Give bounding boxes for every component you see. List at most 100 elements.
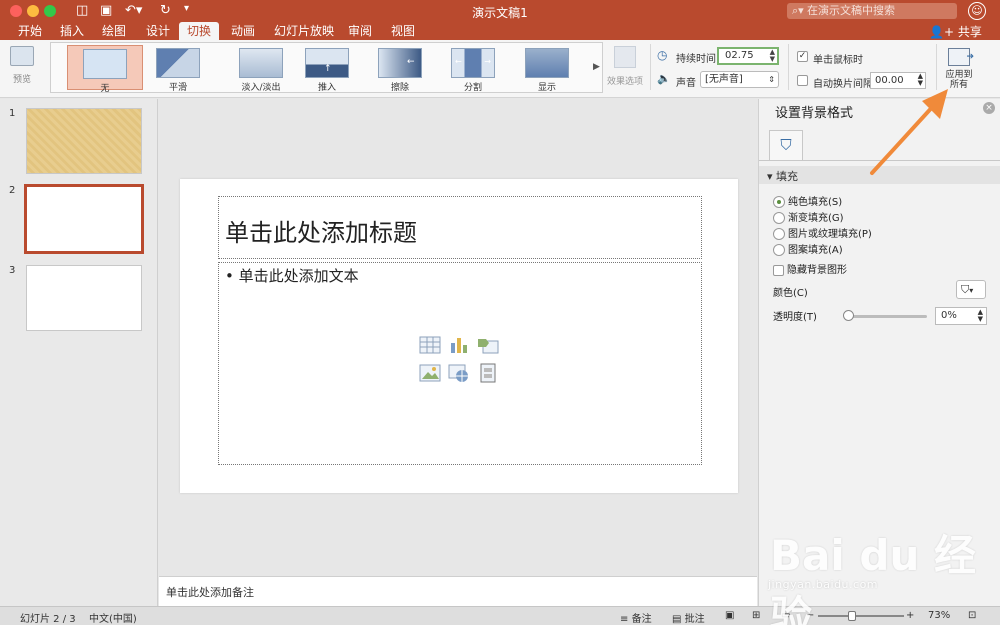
sound-label: 声音 (676, 78, 696, 89)
radio-button[interactable] (773, 228, 785, 240)
transition-wipe-icon: ← (378, 48, 422, 78)
duration-input[interactable]: 02.75 ▲ ▼ (717, 47, 779, 65)
insert-video-icon[interactable] (477, 363, 499, 383)
on-click-label: 单击鼠标时 (813, 55, 863, 66)
radio-button[interactable] (773, 212, 785, 224)
duration-label: 持续时间: (676, 54, 720, 65)
duration-stepper[interactable]: ▲ ▼ (770, 49, 775, 63)
after-checkbox[interactable] (797, 75, 808, 86)
insert-table-icon[interactable] (419, 335, 441, 355)
transition-wipe[interactable]: ← 擦除 (362, 45, 438, 93)
preview-button[interactable]: 预览 (6, 46, 38, 85)
solid-fill-option[interactable]: 纯色填充(S) (773, 193, 842, 208)
tab-view[interactable]: 视图 (383, 22, 423, 40)
gradient-fill-option[interactable]: 渐变填充(G) (773, 209, 844, 224)
slide-number: 2 (9, 185, 16, 196)
insert-picture-icon[interactable] (419, 363, 441, 383)
effect-options-icon (614, 46, 636, 68)
transition-fade[interactable]: 淡入/淡出 (223, 45, 299, 93)
ribbon-separator (650, 44, 651, 90)
slide-sorter-icon[interactable]: ⊞ (752, 610, 760, 621)
transition-fade-icon (239, 48, 283, 78)
transition-none[interactable]: 无 (67, 45, 143, 94)
chevron-updown-icon: ⇕ (768, 75, 775, 84)
tab-design[interactable]: 设计 (138, 22, 178, 40)
transparency-slider[interactable] (849, 315, 927, 318)
notes-toggle[interactable]: ≡ 备注 (620, 610, 652, 625)
radio-button[interactable] (773, 244, 785, 256)
chevron-down-icon: ▾ (969, 286, 974, 295)
normal-view-icon[interactable]: ▣ (725, 610, 734, 621)
on-click-checkbox[interactable]: ✓ (797, 51, 808, 62)
comments-toggle[interactable]: ▤ 批注 (672, 610, 705, 625)
slide-editor: 单击此处添加标题 • 单击此处添加文本 (159, 99, 757, 576)
insert-smartart-icon[interactable] (477, 335, 499, 355)
transparency-slider-handle[interactable] (843, 310, 854, 321)
color-picker-button[interactable]: ⛉▾ (956, 280, 986, 299)
transition-morph[interactable]: 平滑 (140, 45, 216, 93)
pattern-fill-option[interactable]: 图案填充(A) (773, 241, 843, 256)
title-bar: ◫ ▣ ↶▾ ↻ ▾ 演示文稿1 ⌕▾ 在演示文稿中搜索 ☺ (0, 0, 1000, 22)
tab-draw[interactable]: 绘图 (94, 22, 134, 40)
search-input[interactable]: ⌕▾ 在演示文稿中搜索 (787, 3, 957, 19)
tab-slideshow[interactable]: 幻灯片放映 (266, 22, 342, 40)
transition-split[interactable]: ← → 分割 (435, 45, 511, 93)
add-person-icon: 👤+ (929, 25, 954, 39)
checkbox[interactable] (773, 264, 784, 276)
transparency-stepper[interactable]: ▲ ▼ (978, 309, 983, 323)
transparency-input[interactable]: 0% ▲ ▼ (935, 307, 987, 325)
slide-counter: 幻灯片 2 / 3 (20, 614, 76, 625)
transition-push[interactable]: ↑ 推入 (289, 45, 365, 93)
watermark-url: jingyan.baidu.com (768, 578, 879, 591)
insert-online-picture-icon[interactable] (448, 363, 470, 383)
insert-chart-icon[interactable] (448, 335, 470, 355)
annotation-arrow-icon (870, 89, 948, 175)
baidu-logo: Bai du 经验 (770, 531, 976, 625)
picture-fill-option[interactable]: 图片或纹理填充(P) (773, 225, 872, 240)
tab-animations[interactable]: 动画 (223, 22, 263, 40)
apply-to-all-button[interactable]: ➔ 应用到 所有 (942, 48, 976, 90)
ribbon-tabs: 开始 插入 绘图 设计 切换 动画 幻灯片放映 审阅 视图 👤+ 共享 (0, 22, 1000, 40)
transition-none-icon (83, 49, 127, 79)
slide-canvas: 单击此处添加标题 • 单击此处添加文本 (180, 179, 738, 493)
color-label: 颜色(C) (773, 288, 808, 299)
title-placeholder[interactable]: 单击此处添加标题 (218, 196, 702, 259)
fill-bucket-icon[interactable]: ⛉ (769, 130, 803, 160)
paint-bucket-icon: ⛉ (961, 283, 970, 296)
notes-icon: ≡ (620, 614, 629, 625)
effect-options-button[interactable]: 效果选项 (607, 46, 643, 87)
notes-field[interactable]: 单击此处添加备注 (159, 576, 757, 606)
gallery-more-arrow-icon[interactable]: ▶ (593, 62, 600, 72)
preview-icon (10, 46, 34, 66)
sound-select[interactable]: [无声音] ⇕ (700, 71, 779, 88)
transition-reveal[interactable]: 显示 (509, 45, 585, 93)
language-indicator[interactable]: 中文(中国) (89, 610, 137, 625)
slide-number: 1 (9, 108, 16, 119)
radio-button[interactable] (773, 196, 785, 208)
transition-reveal-icon (525, 48, 569, 78)
share-button[interactable]: 👤+ 共享 (929, 23, 982, 40)
hide-background-graphics[interactable]: 隐藏背景图形 (773, 261, 847, 276)
chevron-down-icon: ▾ (767, 170, 773, 183)
ribbon-separator (788, 44, 789, 90)
slide-thumbnail-2[interactable] (24, 184, 144, 254)
feedback-smiley-icon[interactable]: ☺ (968, 2, 986, 20)
tab-review[interactable]: 审阅 (340, 22, 380, 40)
transition-push-icon: ↑ (305, 48, 349, 78)
tab-transitions[interactable]: 切换 (179, 22, 220, 40)
pane-title: 设置背景格式 (775, 106, 854, 121)
transparency-label: 透明度(T) (773, 312, 817, 323)
slide-thumbnail-1[interactable] (26, 108, 142, 174)
slide-thumbnail-3[interactable] (26, 265, 142, 331)
comment-icon: ▤ (672, 614, 682, 625)
tab-home[interactable]: 开始 (10, 22, 50, 40)
transition-morph-icon (156, 48, 200, 78)
search-icon: ⌕▾ (792, 4, 804, 17)
close-icon[interactable]: × (983, 102, 995, 114)
transition-gallery: 无 平滑 淡入/淡出 ↑ 推入 ← 擦除 ← → 分割 显示 (50, 42, 603, 94)
content-placeholder[interactable]: • 单击此处添加文本 (218, 262, 702, 465)
transition-split-icon: ← → (451, 48, 495, 78)
slide-number: 3 (9, 265, 16, 276)
tab-insert[interactable]: 插入 (52, 22, 92, 40)
speaker-icon: 🔈 (657, 72, 671, 85)
